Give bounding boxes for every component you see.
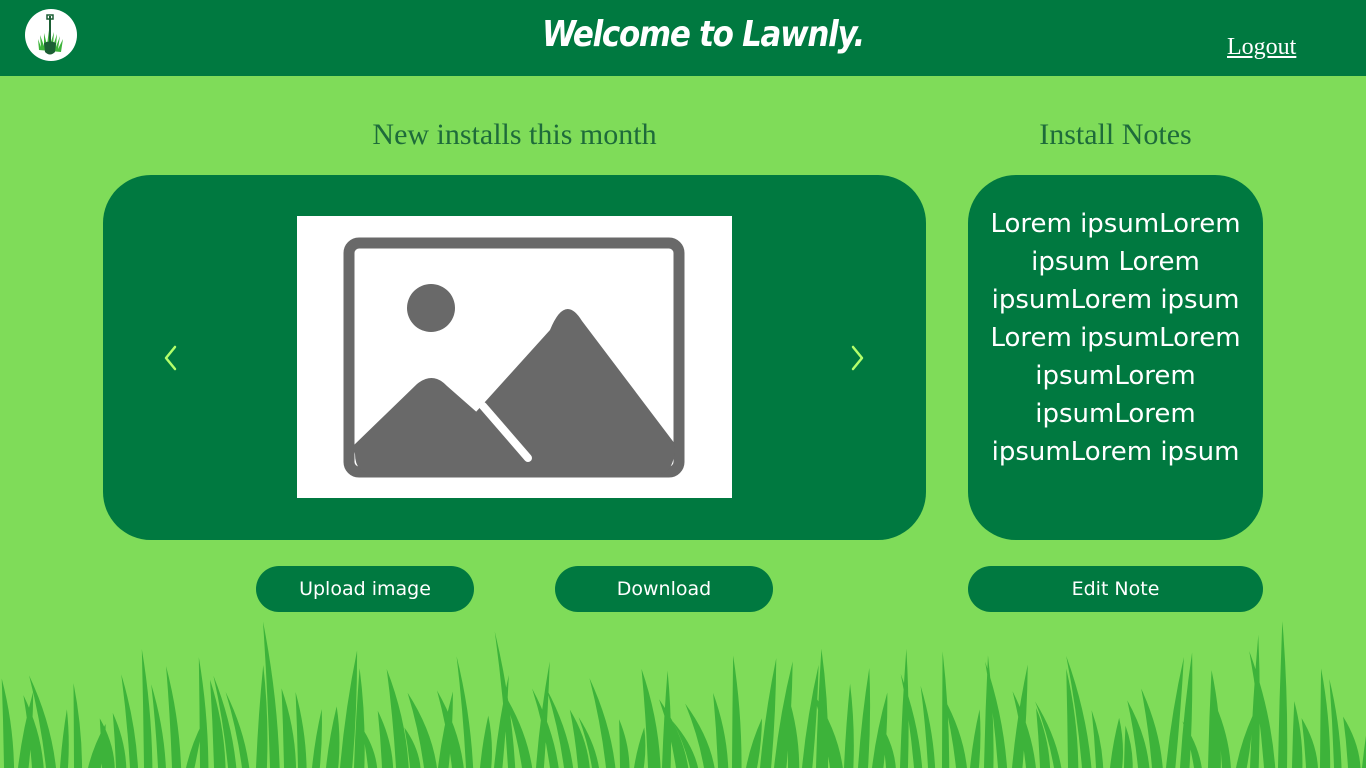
upload-image-button[interactable]: Upload image: [256, 566, 474, 612]
install-notes-text: Lorem ipsumLorem ipsum Lorem ipsumLorem …: [990, 209, 1241, 467]
installs-section-title: New installs this month: [372, 118, 657, 151]
image-placeholder-frame: [297, 216, 732, 498]
image-placeholder-icon: [343, 237, 685, 478]
download-button[interactable]: Download: [555, 566, 773, 612]
image-carousel: [103, 175, 926, 540]
shovel-grass-logo-icon: [25, 9, 77, 61]
edit-note-button[interactable]: Edit Note: [968, 566, 1263, 612]
grass-decoration: [0, 620, 1366, 768]
logout-link[interactable]: Logout: [1227, 34, 1296, 61]
chevron-right-icon[interactable]: [845, 343, 869, 373]
chevron-left-icon[interactable]: [159, 343, 183, 373]
top-header: Welcome to Lawnly. Logout: [0, 0, 1366, 76]
install-notes-panel: Lorem ipsumLorem ipsum Lorem ipsumLorem …: [968, 175, 1263, 540]
notes-section-title: Install Notes: [1039, 118, 1192, 151]
page-title: Welcome to Lawnly.: [541, 14, 865, 55]
